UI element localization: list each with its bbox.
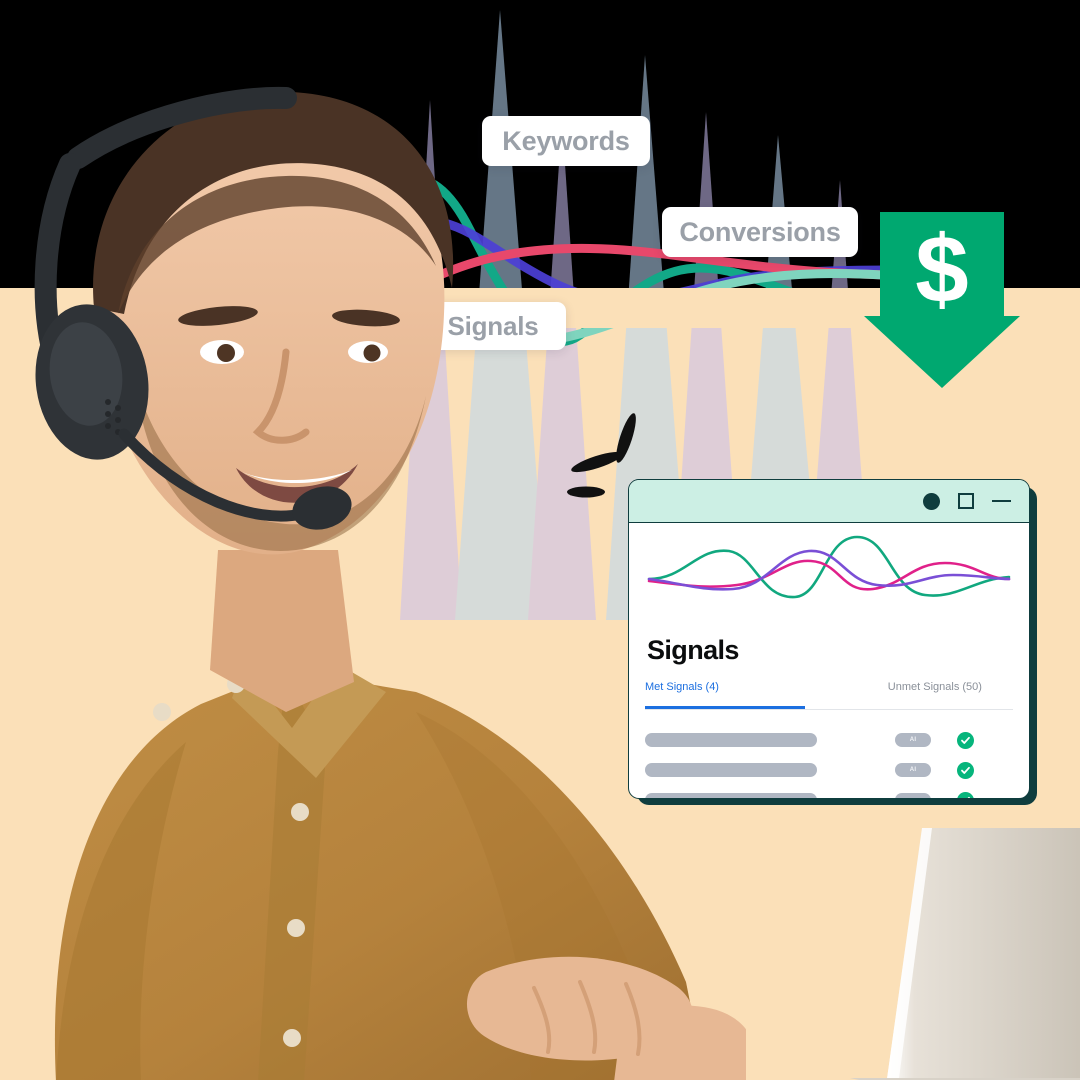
- window-body: Signals Met Signals (4) Unmet Signals (5…: [629, 529, 1029, 798]
- status-badge: RULE: [895, 793, 931, 798]
- signals-list: AI AI RULE: [645, 725, 1017, 798]
- status-badge: AI: [895, 733, 931, 747]
- list-item[interactable]: AI: [645, 725, 1017, 755]
- list-item[interactable]: AI: [645, 755, 1017, 785]
- window-titlebar: [629, 480, 1029, 523]
- money-down-arrow-badge: $: [862, 210, 1022, 390]
- laptop: [790, 806, 1080, 1080]
- check-icon: [957, 761, 974, 779]
- status-badge: AI: [895, 763, 931, 777]
- row-placeholder-bar: [645, 793, 817, 798]
- tab-met-signals[interactable]: Met Signals (4): [645, 681, 805, 709]
- dollar-icon: $: [915, 216, 968, 323]
- check-icon: [957, 791, 974, 798]
- page-title: Signals: [647, 635, 739, 665]
- row-placeholder-bar: [645, 763, 817, 777]
- check-icon: [957, 731, 974, 749]
- scene: Keywords Conversions Signals $ Signals M…: [0, 0, 1080, 1080]
- row-placeholder-bar: [645, 733, 817, 747]
- signals-window: Signals Met Signals (4) Unmet Signals (5…: [628, 479, 1030, 799]
- card-waveform-chart: [645, 529, 1013, 601]
- tab-unmet-signals[interactable]: Unmet Signals (50): [805, 681, 1013, 709]
- list-item[interactable]: RULE: [645, 785, 1017, 798]
- minimize-icon[interactable]: [992, 500, 1011, 502]
- close-icon[interactable]: [923, 492, 940, 510]
- signals-tabs: Met Signals (4) Unmet Signals (50): [645, 681, 1013, 710]
- maximize-icon[interactable]: [958, 493, 974, 509]
